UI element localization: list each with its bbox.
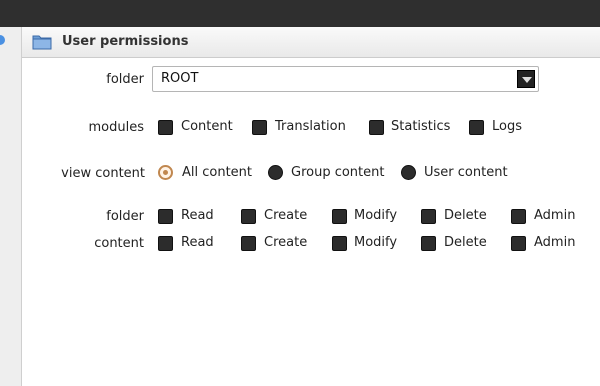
- content-modify-label: Modify: [354, 235, 398, 250]
- panel-header: User permissions: [22, 27, 600, 58]
- module-translation-checkbox[interactable]: [252, 120, 267, 135]
- view-content-label: view content: [61, 166, 145, 181]
- folder-admin-label: Admin: [534, 208, 576, 223]
- view-user-content-label: User content: [424, 165, 508, 180]
- folder-modify-checkbox[interactable]: [332, 209, 347, 224]
- folder-modify-label: Modify: [354, 208, 398, 223]
- folder-select-value: ROOT: [161, 71, 199, 86]
- module-logs-checkbox[interactable]: [469, 120, 484, 135]
- module-statistics-label: Statistics: [391, 119, 451, 134]
- content-delete-label: Delete: [444, 235, 487, 250]
- folder-admin-checkbox[interactable]: [511, 209, 526, 224]
- view-user-content-radio[interactable]: [401, 165, 416, 180]
- content-read-checkbox[interactable]: [158, 236, 173, 251]
- folder-create-checkbox[interactable]: [241, 209, 256, 224]
- module-statistics-checkbox[interactable]: [369, 120, 384, 135]
- module-logs-label: Logs: [492, 119, 522, 134]
- module-content-checkbox[interactable]: [158, 120, 173, 135]
- chevron-down-icon[interactable]: [517, 70, 535, 88]
- folder-select[interactable]: ROOT: [152, 66, 539, 92]
- content-modify-checkbox[interactable]: [332, 236, 347, 251]
- folder-delete-checkbox[interactable]: [421, 209, 436, 224]
- top-bar: [0, 0, 600, 27]
- folder-read-label: Read: [181, 208, 214, 223]
- folder-create-label: Create: [264, 208, 308, 223]
- content-admin-checkbox[interactable]: [511, 236, 526, 251]
- module-translation-label: Translation: [275, 119, 346, 134]
- view-group-content-label: Group content: [291, 165, 385, 180]
- content-create-checkbox[interactable]: [241, 236, 256, 251]
- folder-icon: [32, 35, 52, 50]
- folder-permissions-label: folder: [106, 209, 144, 224]
- content-create-label: Create: [264, 235, 308, 250]
- modules-label: modules: [88, 120, 145, 135]
- left-sidebar-strip: [0, 27, 22, 386]
- content-delete-checkbox[interactable]: [421, 236, 436, 251]
- panel-title: User permissions: [62, 34, 189, 49]
- content-permissions-label: content: [94, 236, 144, 251]
- module-content-label: Content: [181, 119, 233, 134]
- view-all-content-radio[interactable]: [158, 165, 173, 180]
- sidebar-handle-icon[interactable]: [0, 35, 5, 45]
- content-admin-label: Admin: [534, 235, 576, 250]
- folder-delete-label: Delete: [444, 208, 487, 223]
- folder-read-checkbox[interactable]: [158, 209, 173, 224]
- view-group-content-radio[interactable]: [268, 165, 283, 180]
- view-all-content-label: All content: [182, 165, 253, 180]
- content-read-label: Read: [181, 235, 214, 250]
- folder-select-label: folder: [106, 72, 144, 87]
